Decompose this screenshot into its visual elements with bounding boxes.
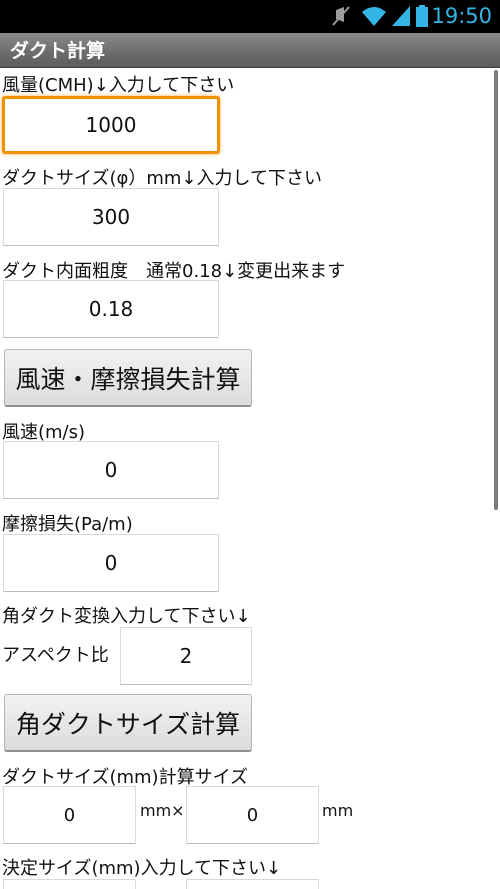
wifi-icon: [360, 4, 388, 32]
roughness-input[interactable]: 0.18: [3, 280, 219, 338]
mm-label: mm: [322, 801, 354, 820]
mute-icon: [330, 4, 352, 32]
decided-size-label: 決定サイズ(mm)入力して下さい↓: [2, 858, 282, 879]
airflow-label: 風量(CMH)↓入力して下さい: [2, 75, 235, 96]
app-title: ダクト計算: [10, 40, 106, 62]
velocity-friction-calc-button[interactable]: 風速・摩擦損失計算: [4, 349, 252, 407]
decided-height-input[interactable]: [186, 879, 319, 889]
decided-width-input[interactable]: [3, 879, 136, 889]
clock: 19:50: [431, 4, 492, 28]
battery-icon: [415, 4, 429, 32]
airflow-input[interactable]: 1000: [2, 96, 220, 154]
velocity-output[interactable]: 0: [3, 441, 219, 499]
duct-size-label: ダクトサイズ(φ）mm↓入力して下さい: [2, 168, 322, 189]
friction-label: 摩擦損失(Pa/m): [2, 514, 133, 535]
duct-size-input[interactable]: 300: [3, 188, 219, 246]
rect-duct-header: 角ダクト変換入力して下さい↓: [2, 606, 251, 627]
aspect-ratio-input[interactable]: 2: [120, 627, 252, 685]
calc-width-output[interactable]: 0: [3, 786, 136, 844]
signal-icon: [390, 4, 412, 32]
mm-times-label: mm×: [140, 801, 185, 820]
rect-duct-calc-button[interactable]: 角ダクトサイズ計算: [4, 694, 252, 752]
friction-output[interactable]: 0: [3, 534, 219, 592]
status-bar: 19:50: [0, 0, 500, 33]
title-bar: ダクト計算: [0, 33, 500, 68]
calc-height-output[interactable]: 0: [186, 786, 319, 844]
aspect-ratio-label: アスペクト比: [2, 645, 109, 666]
main-form: 風量(CMH)↓入力して下さい 1000 ダクトサイズ(φ）mm↓入力して下さい…: [0, 67, 500, 889]
scrollbar[interactable]: [494, 70, 498, 510]
